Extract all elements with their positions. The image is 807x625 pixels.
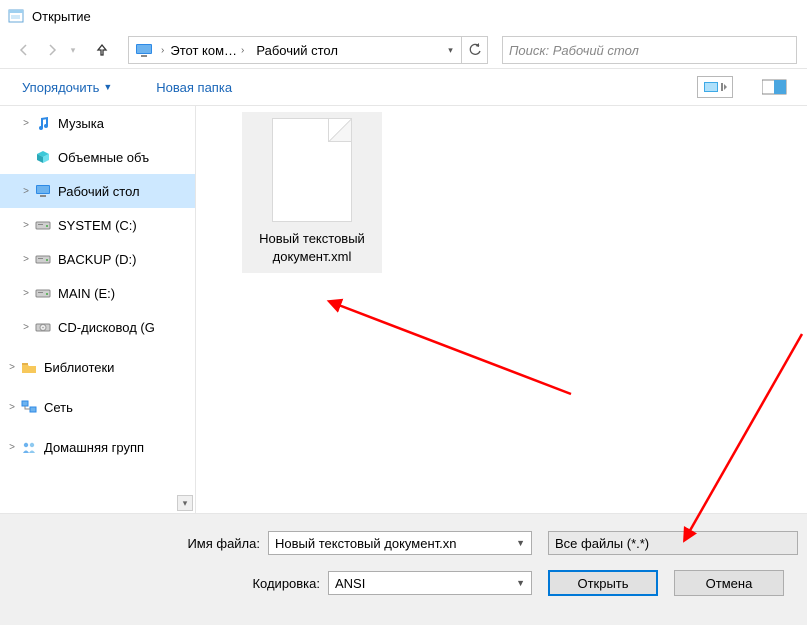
title-bar: Открытие	[0, 0, 807, 32]
file-list[interactable]: Новый текстовый документ.xml	[196, 106, 807, 513]
tree-item-label: Сеть	[44, 400, 73, 415]
tree-item-label: Домашняя групп	[44, 440, 144, 455]
drive-icon	[34, 250, 52, 268]
expand-icon[interactable]: >	[20, 186, 32, 197]
file-name: Новый текстовый документ.xml	[246, 230, 378, 265]
app-icon	[8, 8, 24, 24]
tree-item-label: Музыка	[58, 116, 104, 131]
cancel-button[interactable]: Отмена	[674, 570, 784, 596]
expand-icon[interactable]: >	[20, 220, 32, 231]
breadcrumb-label: Рабочий стол	[256, 43, 338, 58]
filename-combo[interactable]: Новый текстовый документ.xn ▼	[268, 531, 532, 555]
cancel-button-label: Отмена	[706, 576, 753, 591]
filename-value: Новый текстовый документ.xn	[275, 536, 510, 551]
drive-icon	[34, 216, 52, 234]
lib-icon	[20, 358, 38, 376]
filename-label: Имя файла:	[0, 536, 268, 551]
home-icon	[20, 438, 38, 456]
file-filter-combo[interactable]: Все файлы (*.*)	[548, 531, 798, 555]
main-area: > Музыка Объемные объ > Рабочий стол > SYSTEM …	[0, 106, 807, 513]
forward-button[interactable]	[38, 36, 66, 64]
tree-item[interactable]: > SYSTEM (C:)	[0, 208, 195, 242]
tree-item-label: Библиотеки	[44, 360, 114, 375]
address-history-dropdown[interactable]: ▾	[439, 37, 461, 63]
chevron-right-icon: ›	[241, 45, 244, 56]
refresh-button[interactable]	[461, 37, 487, 63]
breadcrumb-this-pc[interactable]: Этот ком… ›	[164, 37, 250, 63]
tree-item-label: Рабочий стол	[58, 184, 140, 199]
tree-item[interactable]: > Сеть	[0, 390, 195, 424]
tree-item-label: MAIN (E:)	[58, 286, 115, 301]
music-icon	[34, 114, 52, 132]
new-folder-label: Новая папка	[156, 80, 232, 95]
expand-icon[interactable]: >	[6, 402, 18, 413]
up-button[interactable]	[88, 36, 116, 64]
scroll-down-button[interactable]: ▾	[177, 495, 193, 511]
tree-item[interactable]: > BACKUP (D:)	[0, 242, 195, 276]
encoding-combo[interactable]: ANSI ▼	[328, 571, 532, 595]
net-icon	[20, 398, 38, 416]
tree-item-label: SYSTEM (C:)	[58, 218, 137, 233]
drive-icon	[34, 284, 52, 302]
pc-icon	[135, 43, 153, 57]
breadcrumb-desktop[interactable]: Рабочий стол	[250, 37, 344, 63]
tree-item-label: CD-дисковод (G	[58, 320, 155, 335]
organize-menu[interactable]: Упорядочить ▼	[14, 76, 120, 99]
expand-icon[interactable]: >	[20, 254, 32, 265]
tree-item[interactable]: > MAIN (E:)	[0, 276, 195, 310]
desktop-icon	[34, 182, 52, 200]
annotation-arrow-1	[326, 296, 586, 406]
back-button[interactable]	[10, 36, 38, 64]
file-icon	[272, 118, 352, 222]
tree-item[interactable]: > Рабочий стол	[0, 174, 195, 208]
breadcrumb-label: Этот ком…	[170, 43, 237, 58]
organize-label: Упорядочить	[22, 80, 99, 95]
file-item[interactable]: Новый текстовый документ.xml	[242, 112, 382, 273]
preview-pane-button[interactable]	[757, 76, 793, 98]
tree-item-label: BACKUP (D:)	[58, 252, 137, 267]
cube-icon	[34, 148, 52, 166]
chevron-down-icon: ▼	[103, 82, 112, 92]
encoding-value: ANSI	[335, 576, 510, 591]
open-button[interactable]: Открыть	[548, 570, 658, 596]
view-mode-button[interactable]	[697, 76, 733, 98]
new-folder-button[interactable]: Новая папка	[148, 76, 240, 99]
tree-item[interactable]: Объемные объ	[0, 140, 195, 174]
open-button-label: Открыть	[577, 576, 628, 591]
encoding-label: Кодировка:	[0, 576, 328, 591]
chevron-down-icon: ▼	[516, 578, 525, 588]
tree-item[interactable]: > Библиотеки	[0, 350, 195, 384]
expand-icon[interactable]: >	[20, 322, 32, 333]
tree-item[interactable]: > Музыка	[0, 106, 195, 140]
expand-icon[interactable]: >	[6, 362, 18, 373]
address-bar[interactable]: › Этот ком… › Рабочий стол ▾	[128, 36, 488, 64]
chevron-down-icon: ▼	[516, 538, 525, 548]
search-placeholder: Поиск: Рабочий стол	[509, 43, 639, 58]
tree-item[interactable]: > Домашняя групп	[0, 430, 195, 464]
cd-icon	[34, 318, 52, 336]
search-input[interactable]: Поиск: Рабочий стол	[502, 36, 797, 64]
expand-icon[interactable]: >	[20, 288, 32, 299]
toolbar: Упорядочить ▼ Новая папка	[0, 68, 807, 106]
tree-item-label: Объемные объ	[58, 150, 149, 165]
file-filter-value: Все файлы (*.*)	[555, 536, 791, 551]
window-title: Открытие	[32, 9, 91, 24]
expand-icon[interactable]: >	[20, 118, 32, 129]
expand-icon[interactable]: >	[6, 442, 18, 453]
bottom-panel: Имя файла: Новый текстовый документ.xn ▼…	[0, 513, 807, 625]
tree-item[interactable]: > CD-дисковод (G	[0, 310, 195, 344]
nav-bar: ▾ › Этот ком… › Рабочий стол ▾ Поиск: Раб…	[0, 32, 807, 68]
recent-dropdown[interactable]: ▾	[66, 36, 80, 64]
navigation-tree[interactable]: > Музыка Объемные объ > Рабочий стол > SYSTEM …	[0, 106, 196, 513]
